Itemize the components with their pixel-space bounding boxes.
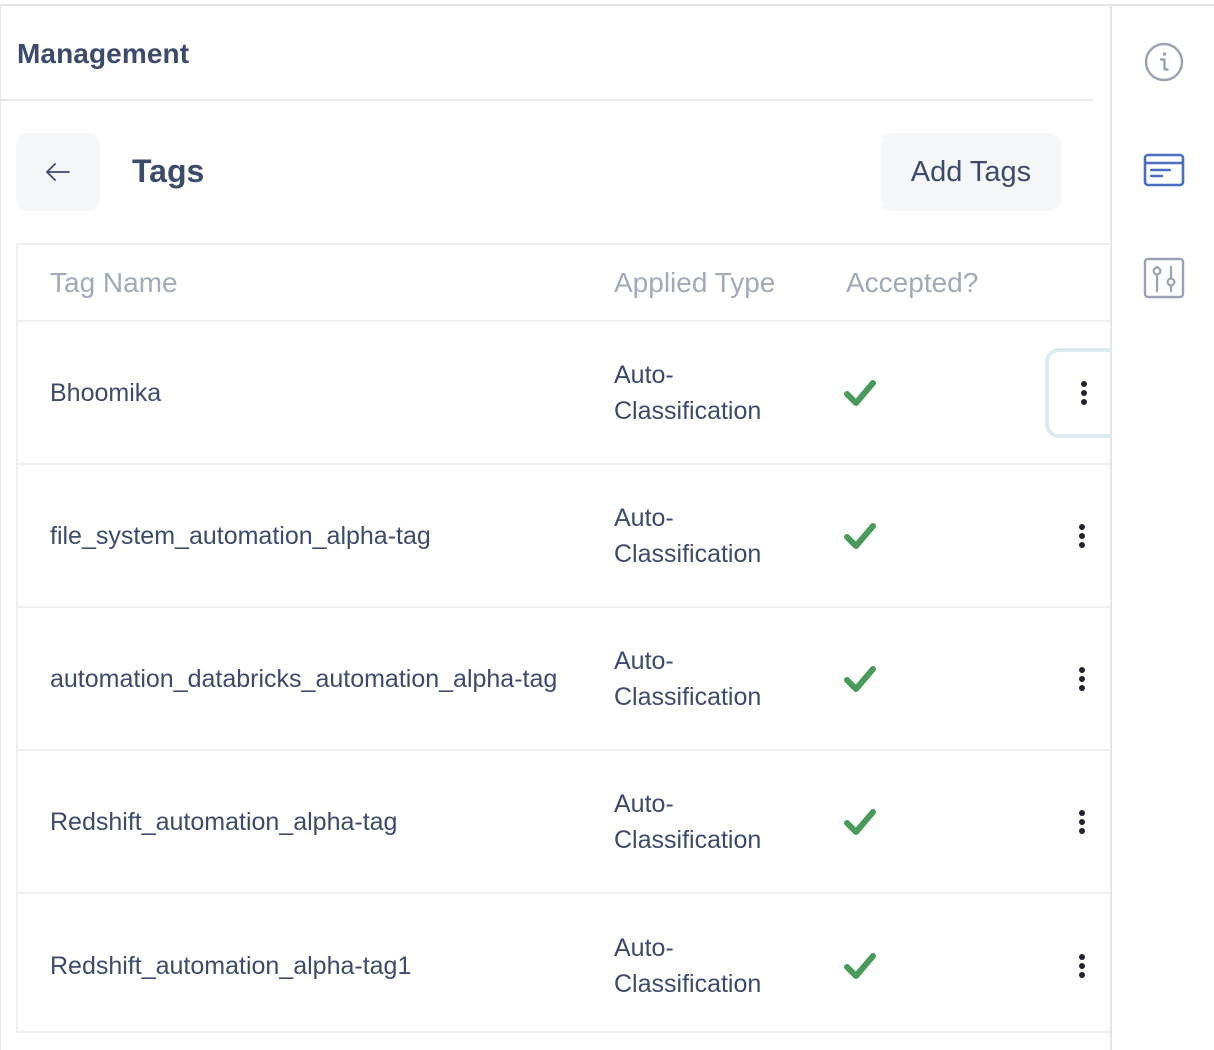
card-icon[interactable] bbox=[1142, 148, 1186, 192]
applied-type-cell: Auto- Classification bbox=[614, 503, 762, 568]
table-body: Bhoomika Auto- Classification file_system_… bbox=[18, 322, 1119, 1037]
check-icon bbox=[844, 808, 876, 836]
column-header-tag-name: Tag Name bbox=[50, 267, 178, 298]
table-row: file_system_automation_alpha-tag Auto- Cl… bbox=[18, 465, 1111, 608]
applied-type-cell: Auto- Classification bbox=[614, 360, 762, 425]
tag-name-cell: automation_databricks_automation_alpha-t… bbox=[50, 664, 558, 693]
table-row: Redshift_automation_alpha-tag Auto- Class… bbox=[18, 751, 1111, 894]
section-title: Tags bbox=[132, 153, 205, 189]
table-row: Redshift_automation_alpha-tag1 Auto- Clas… bbox=[18, 894, 1111, 1037]
applied-type-cell: Auto- Classification bbox=[614, 646, 762, 711]
table-row: automation_databricks_automation_alpha-t… bbox=[18, 608, 1111, 751]
tag-name-cell: file_system_automation_alpha-tag bbox=[50, 521, 431, 550]
more-vertical-icon bbox=[1080, 380, 1088, 406]
back-button[interactable] bbox=[16, 133, 100, 211]
tag-name-cell: Redshift_automation_alpha-tag bbox=[50, 807, 398, 836]
table-row: Bhoomika Auto- Classification bbox=[18, 322, 1119, 465]
column-header-applied-type: Applied Type bbox=[614, 267, 776, 298]
info-icon[interactable] bbox=[1142, 40, 1186, 84]
row-actions-button[interactable] bbox=[1045, 777, 1119, 867]
applied-type-cell: Auto- Classification bbox=[614, 789, 762, 854]
check-icon bbox=[844, 665, 876, 693]
tags-table: Tag Name Applied Type Accepted? Bhoomika… bbox=[16, 243, 1119, 1033]
tag-name-cell: Redshift_automation_alpha-tag1 bbox=[50, 951, 412, 980]
arrow-left-icon bbox=[46, 163, 70, 181]
more-vertical-icon bbox=[1078, 666, 1086, 692]
check-icon bbox=[844, 522, 876, 550]
management-panel: Management Tags Add Tags Tag Name Applie… bbox=[0, 6, 1119, 1050]
more-vertical-icon bbox=[1078, 809, 1086, 835]
settings-sliders-icon[interactable] bbox=[1142, 256, 1186, 300]
check-icon bbox=[844, 952, 876, 980]
more-vertical-icon bbox=[1078, 953, 1086, 979]
tag-name-cell: Bhoomika bbox=[50, 378, 162, 407]
row-actions-button[interactable] bbox=[1045, 634, 1119, 724]
right-rail bbox=[1110, 6, 1214, 1050]
title-divider bbox=[1, 99, 1093, 101]
app-frame: Management Tags Add Tags Tag Name Applie… bbox=[0, 0, 1214, 1050]
row-actions-button[interactable] bbox=[1045, 921, 1119, 1011]
table-header: Tag Name Applied Type Accepted? bbox=[18, 245, 1111, 322]
applied-type-cell: Auto- Classification bbox=[614, 933, 762, 998]
column-header-accepted: Accepted? bbox=[846, 267, 979, 298]
panel-title: Management bbox=[17, 38, 190, 69]
row-actions-button[interactable] bbox=[1045, 347, 1119, 438]
check-icon bbox=[844, 379, 876, 407]
more-vertical-icon bbox=[1078, 523, 1086, 549]
add-tags-button[interactable]: Add Tags bbox=[881, 133, 1061, 211]
row-actions-button[interactable] bbox=[1045, 491, 1119, 581]
